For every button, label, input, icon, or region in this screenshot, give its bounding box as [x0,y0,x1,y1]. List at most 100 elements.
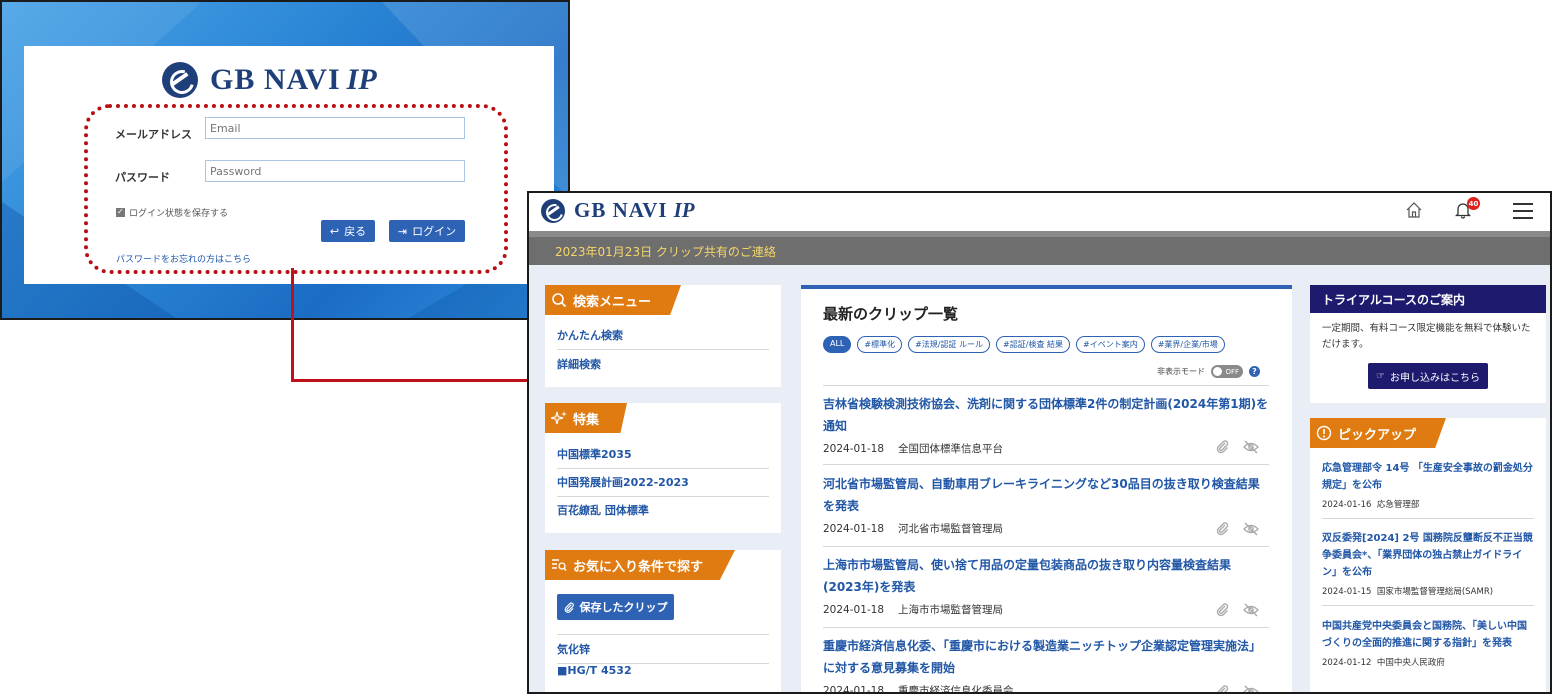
dashboard-brand-suffix: IP [673,198,695,222]
pickup-source: 中国中央人民政府 [1376,658,1445,668]
login-screen: GB NAVI IP メールアドレス パスワード ログイン状態を保存する ↩ 戻… [0,0,570,320]
feature-item[interactable]: 中国標準2035 [557,446,769,469]
filter-chip-industry[interactable]: #業界/企業/市場 [1150,336,1225,353]
pickup-meta: 2024-01-12 中国中央人民政府 [1322,656,1534,676]
hide-mode-control: 非表示モード OFF ? [1157,365,1260,378]
hide-mode-label: 非表示モード [1157,367,1205,376]
pickup-source: 国家市場監督管理総局(SAMR) [1376,587,1494,597]
filter-chip-regulation[interactable]: #法規/認証 ルール [908,336,991,353]
article-meta: 2024-01-18 全国団体標準信息平台 [823,441,1269,456]
article-actions [1215,685,1259,694]
article-source: 全国団体標準信息平台 [898,443,1004,455]
pickup-header: ピックアップ [1310,418,1446,448]
saved-clip-button[interactable]: 保存したクリップ [557,594,674,620]
filter-search-icon [552,559,567,571]
features-header: 特集 [545,403,627,433]
favorite-condition-item[interactable]: ■HG/T 4532 [557,664,769,683]
search-menu-title: 検索メニュー [573,294,652,310]
login-enter-icon: ⇥ [397,224,408,238]
notice-link[interactable]: 2023年01月23日 クリップ共有のご連絡 [555,243,776,260]
search-icon [552,293,567,308]
remember-me-checkbox[interactable]: ログイン状態を保存する [116,206,228,219]
search-menu-header: 検索メニュー [545,285,681,315]
pickup-meta: 2024-01-15 国家市場監督管理総局(SAMR) [1322,585,1534,605]
latest-clips-panel: 最新のクリップ一覧 ALL #標準化 #法規/認証 ルール #認証/検査 結果 … [801,285,1292,694]
trial-course-panel: トライアルコースのご案内 一定期間、有料コース限定機能を無料で体験いただけます。… [1310,285,1546,403]
filter-chip-certification[interactable]: #認証/検査 結果 [996,336,1070,353]
clip-article: 重慶市経済信息化委、「重慶市における製造業ニッチトップ企業認定管理実施法」に対す… [823,635,1269,694]
sidebar-item-detailed-search[interactable]: 詳細検索 [557,356,769,378]
login-button-label: ログイン [412,225,457,238]
pickup-title-link[interactable]: 中国共産党中央委員会と国務院、「美しい中国づくりの全面的推進に関する指針」を発表 [1322,618,1534,652]
article-title-link[interactable]: 上海市市場監管局、使い捨て用品の定量包装商品の抜き取り内容量検査結果(2023年… [823,554,1269,598]
features-panel: 特集 中国標準2035 中国発展計画2022-2023 百花繚乱 団体標準 [545,403,781,533]
alert-circle-icon [1316,425,1332,441]
checkbox-icon[interactable] [116,207,125,217]
email-field[interactable] [205,117,465,139]
paperclip-icon[interactable] [1215,603,1231,617]
paperclip-icon[interactable] [1215,440,1231,454]
filter-chip-events[interactable]: #イベント案内 [1076,336,1145,353]
eye-off-icon[interactable] [1243,685,1259,694]
pickup-meta: 2024-01-16 応急管理部 [1322,498,1534,518]
remember-me-label: ログイン状態を保存する [129,209,229,219]
logo-icon [162,62,198,98]
paperclip-icon[interactable] [1215,522,1231,536]
article-title-link[interactable]: 重慶市経済信息化委、「重慶市における製造業ニッチトップ企業認定管理実施法」に対す… [823,635,1269,679]
article-meta: 2024-01-18 上海市市場監督管理局 [823,602,1269,617]
login-brand-suffix: IP [346,63,377,96]
home-icon[interactable] [1405,201,1423,219]
filter-chip-all[interactable]: ALL [823,336,852,353]
favorite-condition-item[interactable]: 気化锌 [557,634,769,664]
feature-item[interactable]: 中国発展計画2022-2023 [557,474,769,497]
filter-chip-standardization[interactable]: #標準化 [857,336,903,353]
login-button[interactable]: ⇥ ログイン [389,220,465,242]
notice-bar: 2023年01月23日 クリップ共有のご連絡 [529,231,1550,265]
favorites-title: お気に入り条件で探す [573,559,704,575]
pickup-date: 2024-01-12 [1322,658,1372,668]
favorites-header: お気に入り条件で探す [545,550,735,580]
dashboard-logo[interactable]: GB NAVI IP [541,198,695,223]
pickup-item: 双反委発[2024] 2号 国務院反壟断反不正当競争委員会*、「業界団体の独占禁… [1322,530,1534,606]
article-meta: 2024-01-18 重慶市経済信息化委員会 [823,683,1269,694]
pickup-title-link[interactable]: 双反委発[2024] 2号 国務院反壟断反不正当競争委員会*、「業界団体の独占禁… [1322,530,1534,581]
article-date: 2024-01-18 [823,442,885,455]
hide-mode-toggle[interactable]: OFF [1211,365,1243,378]
trial-course-description: 一定期間、有料コース限定機能を無料で体験いただけます。 [1322,323,1531,350]
article-title-link[interactable]: 河北省市場監管局、自動車用ブレーキライニングなど30品目の抜き取り検査結果を発表 [823,473,1269,517]
hand-pointer-icon: ☞ [1376,370,1385,382]
login-card: GB NAVI IP メールアドレス パスワード ログイン状態を保存する ↩ 戻… [24,46,554,284]
login-logo: GB NAVI IP [162,62,377,98]
password-field[interactable] [205,160,465,182]
sidebar-item-simple-search[interactable]: かんたん検索 [557,327,769,350]
pickup-date: 2024-01-16 [1322,500,1372,510]
feature-item[interactable]: 百花繚乱 団体標準 [557,502,769,524]
pickup-item: 中国共産党中央委員会と国務院、「美しい中国づくりの全面的推進に関する指針」を発表… [1322,618,1534,676]
clip-article: 上海市市場監管局、使い捨て用品の定量包装商品の抜き取り内容量検査結果(2023年… [823,554,1269,628]
saved-clip-label: 保存したクリップ [579,601,668,614]
back-arrow-icon: ↩ [329,224,340,238]
search-menu-panel: 検索メニュー かんたん検索 詳細検索 [545,285,781,387]
article-actions [1215,522,1259,536]
features-title: 特集 [573,412,600,428]
eye-off-icon[interactable] [1243,603,1259,617]
forgot-password-link[interactable]: パスワードをお忘れの方はこちら [116,252,251,265]
pickup-title-link[interactable]: 応急管理部令 14号 「生産安全事故の罰金処分規定」を公布 [1322,460,1534,494]
eye-off-icon[interactable] [1243,522,1259,536]
paperclip-icon[interactable] [1215,685,1231,694]
article-actions [1215,440,1259,454]
email-label: メールアドレス [115,128,192,141]
back-button[interactable]: ↩ 戻る [321,220,375,242]
pickup-source: 応急管理部 [1376,500,1420,510]
help-icon[interactable]: ? [1249,366,1260,377]
trial-apply-button[interactable]: ☞ お申し込みはこちら [1368,363,1488,389]
article-title-link[interactable]: 吉林省検験検測技術協会、洗剤に関する団体標準2件の制定計画(2024年第1期)を… [823,393,1269,437]
article-actions [1215,603,1259,617]
article-source: 河北省市場監督管理局 [898,523,1004,535]
article-date: 2024-01-18 [823,522,885,535]
eye-off-icon[interactable] [1243,440,1259,454]
trial-course-title: トライアルコースのご案内 [1310,285,1546,313]
article-source: 重慶市経済信息化委員会 [898,685,1014,694]
dashboard-header: GB NAVI IP 40 [529,193,1550,231]
hamburger-menu-icon[interactable] [1513,203,1533,219]
